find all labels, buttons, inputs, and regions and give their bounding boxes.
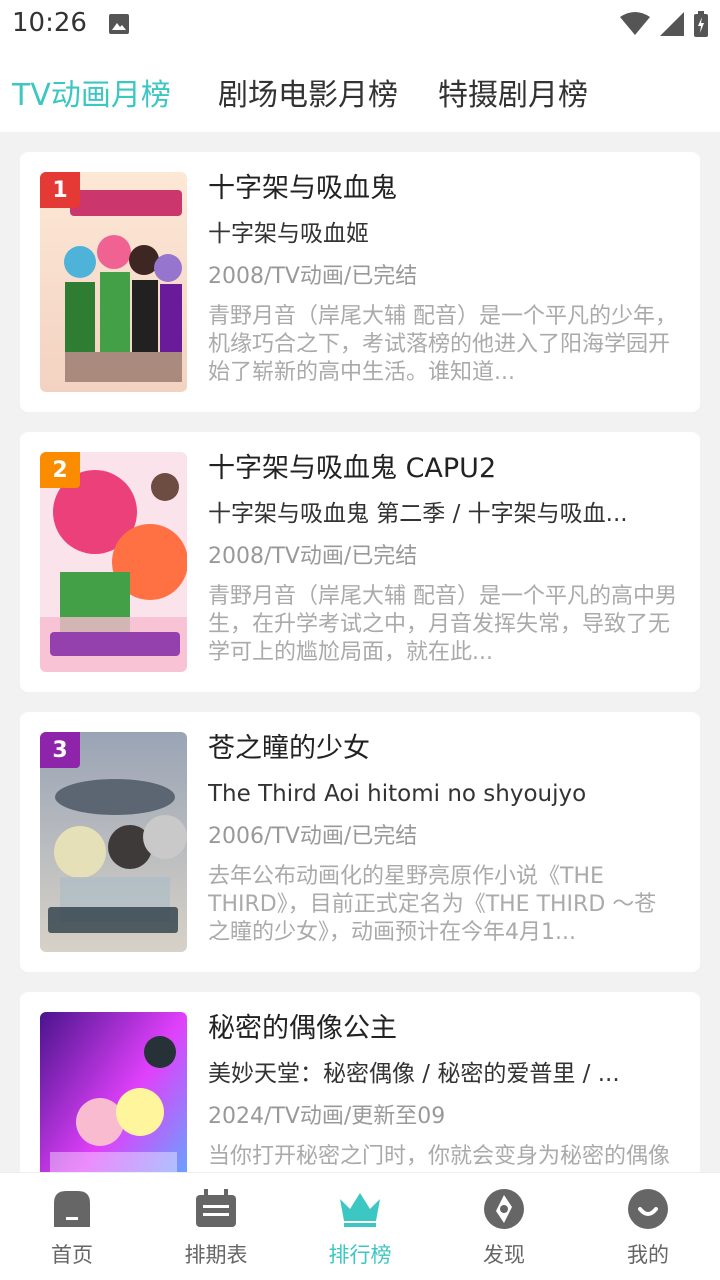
battery-icon xyxy=(694,11,708,37)
nav-home[interactable]: 首页 xyxy=(0,1173,144,1280)
anime-title[interactable]: 苍之瞳的少女 xyxy=(208,730,678,768)
anime-info: 秘密的偶像公主 美妙天堂：秘密偶像 / 秘密的爱普里 / ... 2024/TV… xyxy=(208,1010,678,1172)
home-icon xyxy=(54,1191,90,1227)
profile-icon xyxy=(628,1189,668,1229)
wifi-icon xyxy=(620,12,650,35)
nav-label: 排行榜 xyxy=(328,1243,392,1267)
ranking-tabs: TV动画月榜 剧场电影月榜 特摄剧月榜 xyxy=(0,50,720,132)
anime-info: 十字架与吸血鬼 CAPU2 十字架与吸血鬼 第二季 / 十字架与吸血... 20… xyxy=(208,450,678,667)
crown-icon xyxy=(340,1193,380,1227)
nav-label: 我的 xyxy=(627,1243,669,1267)
tab-movie-monthly[interactable]: 剧场电影月榜 xyxy=(218,70,398,114)
anime-title[interactable]: 十字架与吸血鬼 CAPU2 xyxy=(208,450,678,488)
anime-alias: 十字架与吸血鬼 第二季 / 十字架与吸血... xyxy=(208,501,628,527)
ranking-card[interactable]: 3 苍之瞳的少女 The Third Aoi hitomi no shyoujy… xyxy=(20,712,700,972)
anime-alias: 十字架与吸血姬 xyxy=(208,221,369,247)
ranking-list[interactable]: 1 十字架与吸血鬼 十字架与吸血姬 2008/TV动画/已完结 青野月音（岸尾大… xyxy=(0,132,720,1172)
rank-badge: 1 xyxy=(40,172,80,208)
status-bar: 10:26 xyxy=(0,0,720,50)
discover-icon xyxy=(484,1189,524,1229)
nav-ranking[interactable]: 排行榜 xyxy=(288,1173,432,1280)
anime-info: 苍之瞳的少女 The Third Aoi hitomi no shyoujyo … xyxy=(208,730,678,947)
anime-description: 当你打开秘密之门时，你就会变身为秘密的偶像公主…… xyxy=(208,1144,671,1169)
nav-profile[interactable]: 我的 xyxy=(576,1173,720,1280)
bottom-nav: 首页 排期表 排行榜 发现 我的 xyxy=(0,1172,720,1280)
anime-description: 去年公布动画化的星野亮原作小说《THE THIRD》，目前正式定名为《THE T… xyxy=(208,864,657,945)
status-time: 10:26 xyxy=(12,8,87,38)
tab-tokusatsu-monthly[interactable]: 特摄剧月榜 xyxy=(438,70,588,114)
anime-poster[interactable] xyxy=(40,1012,187,1172)
poster-image xyxy=(40,1012,187,1172)
nav-label: 发现 xyxy=(483,1243,525,1267)
nav-label: 首页 xyxy=(51,1243,93,1267)
rank-badge: 3 xyxy=(40,732,80,768)
anime-info: 十字架与吸血鬼 十字架与吸血姬 2008/TV动画/已完结 青野月音（岸尾大辅 … xyxy=(208,170,678,387)
anime-poster[interactable]: 3 xyxy=(40,732,187,952)
anime-description: 青野月音（岸尾大辅 配音）是一个平凡的高中男生，在升学考试之中，月音发挥失常，导… xyxy=(208,584,677,665)
ranking-card[interactable]: 2 十字架与吸血鬼 CAPU2 十字架与吸血鬼 第二季 / 十字架与吸血... … xyxy=(20,432,700,692)
gallery-notification-icon xyxy=(109,14,129,34)
nav-schedule[interactable]: 排期表 xyxy=(144,1173,288,1280)
ranking-card[interactable]: 1 十字架与吸血鬼 十字架与吸血姬 2008/TV动画/已完结 青野月音（岸尾大… xyxy=(20,152,700,412)
nav-label: 排期表 xyxy=(184,1243,248,1267)
anime-meta: 2008/TV动画/已完结 xyxy=(208,264,418,289)
anime-description: 青野月音（岸尾大辅 配音）是一个平凡的少年，机缘巧合之下，考试落榜的他进入了阳海… xyxy=(208,304,677,385)
anime-title[interactable]: 十字架与吸血鬼 xyxy=(208,170,678,208)
signal-icon xyxy=(660,12,684,36)
anime-alias: The Third Aoi hitomi no shyoujyo xyxy=(208,781,587,807)
anime-meta: 2006/TV动画/已完结 xyxy=(208,824,418,849)
anime-poster[interactable]: 2 xyxy=(40,452,187,672)
ranking-card[interactable]: 秘密的偶像公主 美妙天堂：秘密偶像 / 秘密的爱普里 / ... 2024/TV… xyxy=(20,992,700,1172)
rank-badge: 2 xyxy=(40,452,80,488)
anime-poster[interactable]: 1 xyxy=(40,172,187,392)
nav-discover[interactable]: 发现 xyxy=(432,1173,576,1280)
anime-alias: 美妙天堂：秘密偶像 / 秘密的爱普里 / ... xyxy=(208,1061,620,1087)
status-icons xyxy=(620,11,708,37)
schedule-icon xyxy=(196,1189,236,1227)
anime-title[interactable]: 秘密的偶像公主 xyxy=(208,1010,678,1048)
tab-tv-anime-monthly[interactable]: TV动画月榜 xyxy=(12,70,171,114)
anime-meta: 2008/TV动画/已完结 xyxy=(208,544,418,569)
anime-meta: 2024/TV动画/更新至09 xyxy=(208,1104,446,1129)
